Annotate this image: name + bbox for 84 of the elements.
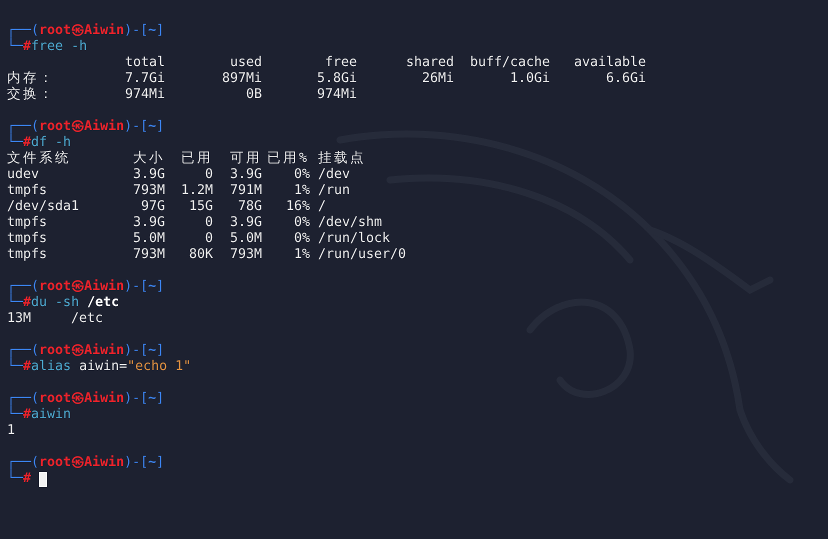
table-cell: 6.6Gi	[606, 71, 646, 87]
column-header: 可用	[230, 151, 262, 167]
table-cell: /run/lock	[318, 231, 390, 247]
table-cell: 1.0Gi	[510, 71, 550, 87]
column-header: buff/cache	[470, 55, 550, 71]
table-cell: udev	[7, 167, 40, 183]
prompt-line: ┌──(root㉿Aiwin)-[~]	[7, 391, 164, 406]
table-cell: 0%	[294, 215, 310, 231]
prompt-line: ┌──(root㉿Aiwin)-[~]	[7, 455, 164, 470]
table-cell: /run	[318, 183, 350, 199]
row-label: 交换：	[7, 87, 55, 103]
table-cell: 974Mi	[316, 87, 357, 103]
command-text: -sh	[54, 295, 80, 311]
prompt-line: ┌──(root㉿Aiwin)-[~]	[7, 343, 164, 358]
table-cell: 3.9G	[230, 215, 262, 231]
prompt-line: ┌──(root㉿Aiwin)-[~]	[7, 119, 164, 134]
output-line: 1	[7, 423, 16, 439]
table-cell: 26Mi	[422, 71, 454, 87]
column-header: 已用%	[266, 151, 310, 167]
command-text: free	[31, 39, 64, 55]
prompt-line: ┌──(root㉿Aiwin)-[~]	[7, 279, 164, 294]
table-cell: /dev	[318, 167, 350, 183]
prompt-line: ┌──(root㉿Aiwin)-[~]	[7, 23, 164, 38]
column-header: total	[124, 55, 165, 71]
command-text: "echo 1"	[127, 359, 192, 375]
table-cell: 974Mi	[124, 87, 165, 103]
table-cell: 5.0M	[230, 231, 262, 247]
table-cell: /dev/shm	[318, 215, 382, 231]
table-cell: 897Mi	[222, 71, 262, 87]
command-text: alias	[31, 359, 72, 375]
prompt-sign: └─#	[7, 39, 32, 55]
table-cell: /dev/sda1	[7, 199, 80, 215]
column-header: 文件系统	[7, 151, 71, 167]
table-cell: 0%	[294, 231, 310, 247]
table-cell: 7.7Gi	[124, 71, 165, 87]
command-text: aiwin=	[78, 359, 128, 375]
table-cell: 3.9G	[132, 215, 165, 231]
column-header: free	[324, 55, 357, 71]
table-cell: 0	[204, 167, 213, 183]
table-cell: 791M	[230, 183, 262, 199]
table-cell: 1%	[294, 247, 310, 263]
table-cell: 16%	[286, 199, 310, 215]
column-header: 大小	[133, 151, 165, 167]
table-cell: 78G	[238, 199, 262, 215]
row-label: 内存：	[7, 71, 55, 86]
table-cell: 15G	[188, 199, 213, 215]
column-header: shared	[406, 55, 454, 71]
column-header: used	[230, 55, 262, 71]
table-cell: tmpfs	[7, 231, 48, 247]
command-text: /etc	[86, 295, 120, 311]
table-cell: 0	[204, 215, 213, 231]
table-cell: 0%	[294, 167, 310, 183]
table-cell: tmpfs	[7, 183, 48, 199]
table-cell: tmpfs	[7, 247, 48, 263]
table-cell: /run/user/0	[318, 247, 406, 263]
command-text: -h	[54, 135, 72, 150]
table-cell: 0B	[246, 87, 262, 103]
table-cell: 1%	[294, 183, 310, 199]
table-cell: 3.9G	[230, 167, 262, 183]
table-cell: /	[318, 199, 326, 215]
table-cell: 793M	[132, 247, 165, 263]
table-cell: 5.8Gi	[316, 71, 357, 87]
table-cell: 5.0M	[132, 231, 165, 247]
column-header: 已用	[181, 151, 213, 167]
prompt-sign: └─#	[7, 135, 32, 150]
table-cell: tmpfs	[7, 215, 48, 231]
table-cell: 3.9G	[132, 167, 165, 183]
prompt-sign: └─#	[7, 295, 32, 311]
prompt-sign: └─#	[7, 359, 32, 375]
command-text: df	[31, 135, 48, 150]
table-cell: 80K	[188, 247, 213, 263]
output-line: 13M /etc	[7, 311, 104, 327]
prompt-sign: └─#	[7, 471, 32, 487]
table-cell: 793M	[132, 183, 165, 199]
column-header: available	[574, 55, 646, 71]
table-cell: 0	[204, 231, 213, 247]
command-text: aiwin	[31, 407, 72, 423]
prompt-sign: └─#	[7, 407, 32, 423]
command-text: du	[31, 295, 48, 311]
column-header: 挂载点	[318, 151, 366, 167]
table-cell: 1.2M	[180, 183, 213, 199]
command-text: -h	[70, 39, 88, 55]
table-cell: 97G	[140, 199, 165, 215]
table-cell: 793M	[230, 247, 262, 263]
